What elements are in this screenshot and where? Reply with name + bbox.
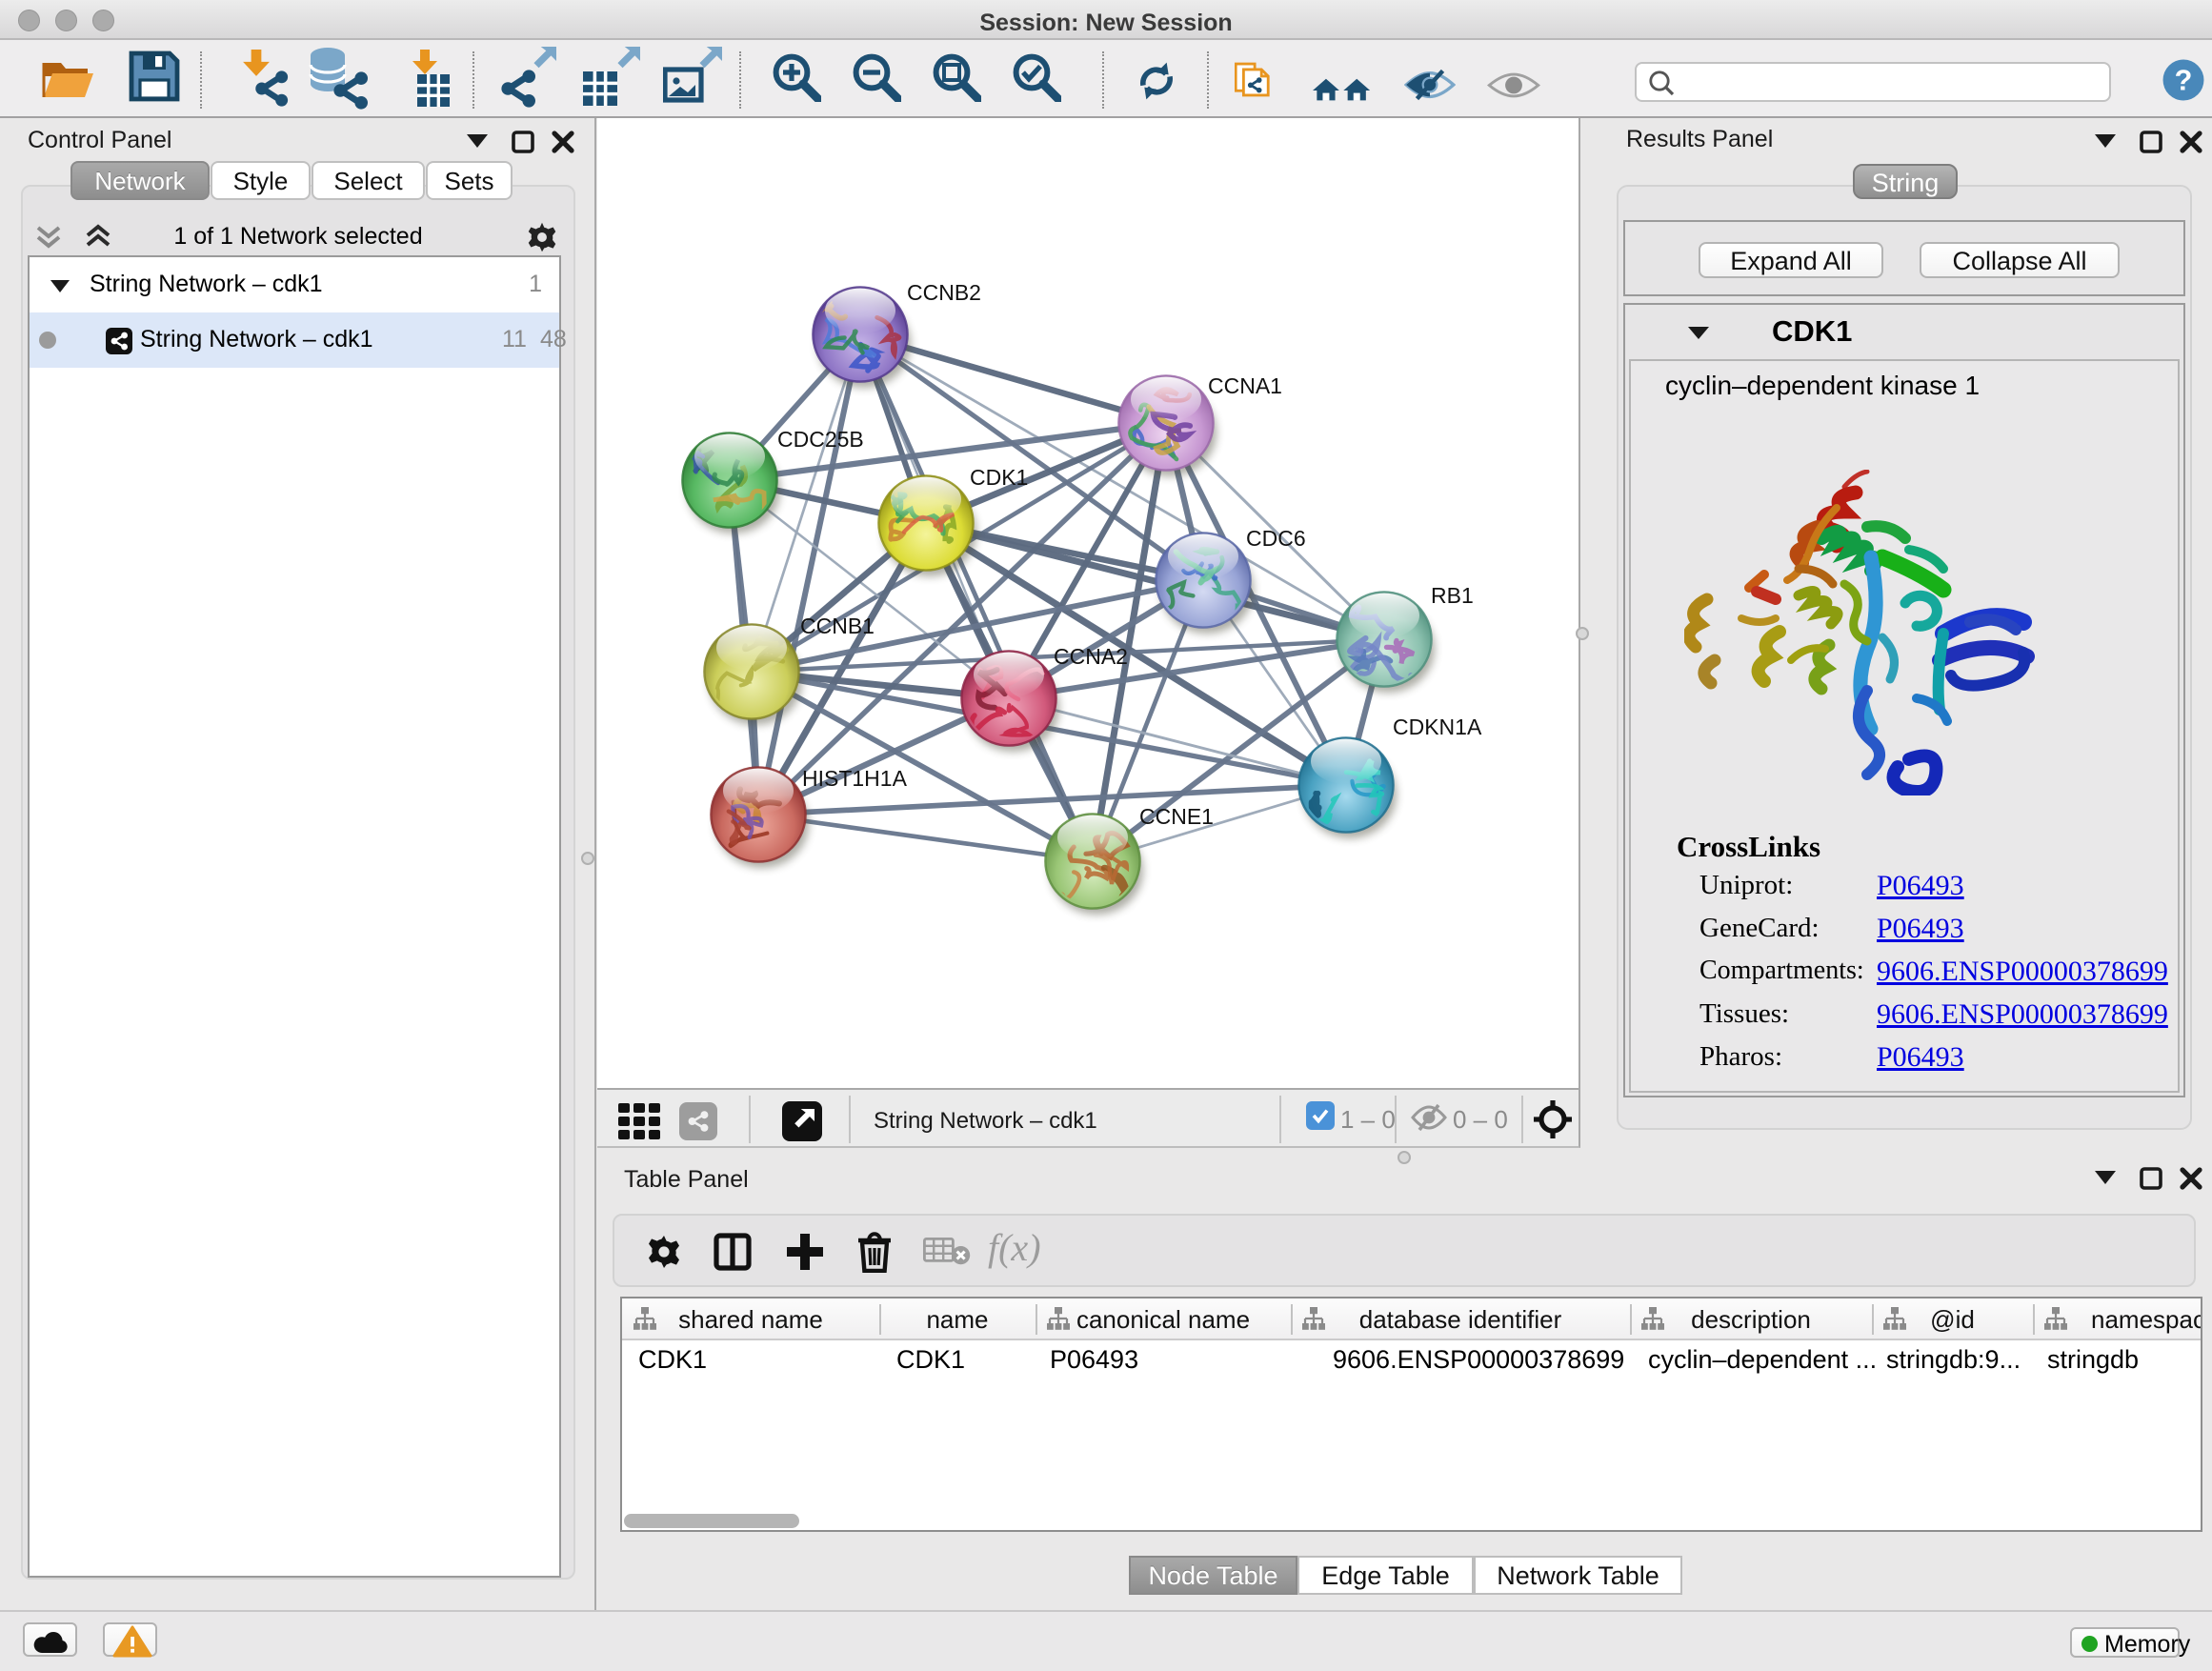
svg-text:?: ? (2175, 65, 2193, 97)
svg-text:RB1: RB1 (1431, 583, 1474, 608)
svg-text:CCNB2: CCNB2 (907, 280, 981, 305)
svg-text:CCNB1: CCNB1 (800, 614, 875, 638)
svg-text:CDC25B: CDC25B (777, 427, 864, 452)
svg-text:CCNE1: CCNE1 (1139, 804, 1214, 829)
svg-text:CDKN1A: CDKN1A (1393, 715, 1482, 739)
svg-text:CDC6: CDC6 (1246, 526, 1306, 551)
svg-text:CDK1: CDK1 (970, 465, 1028, 490)
svg-text:CCNA2: CCNA2 (1054, 644, 1128, 669)
svg-text:HIST1H1A: HIST1H1A (802, 766, 908, 791)
svg-text:CCNA1: CCNA1 (1208, 373, 1282, 398)
